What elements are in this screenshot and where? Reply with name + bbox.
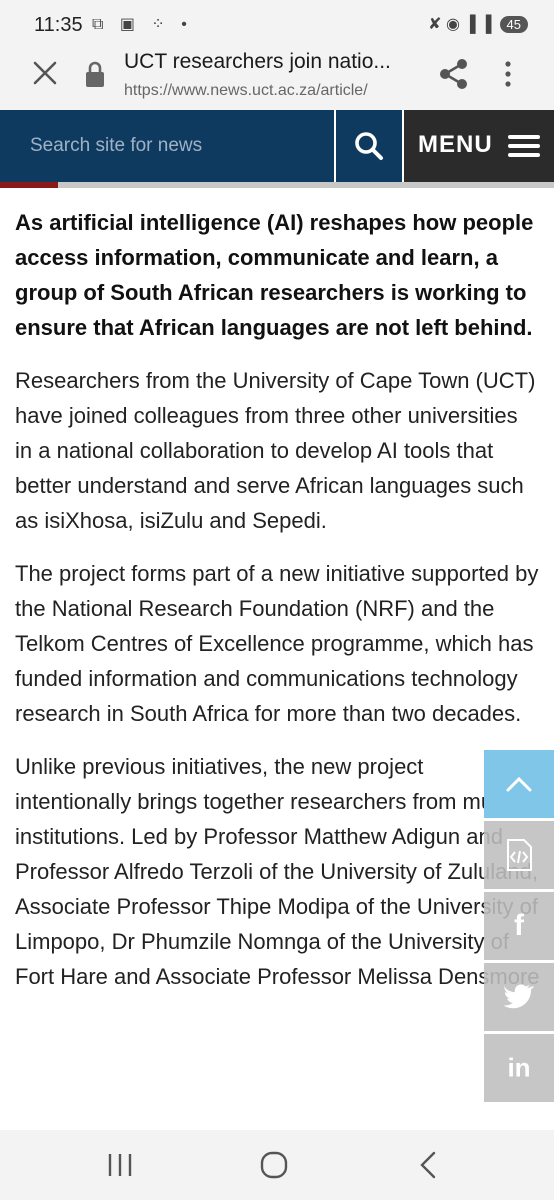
menu-label: MENU: [418, 131, 493, 158]
more-vert-icon[interactable]: [496, 56, 520, 92]
twitter-share-button[interactable]: [484, 963, 554, 1031]
search-button[interactable]: [336, 110, 402, 182]
facebook-icon: f: [514, 909, 524, 942]
header-accent: [0, 182, 58, 188]
back-icon[interactable]: [410, 1148, 450, 1182]
article-lead: As artificial intelligence (AI) reshapes…: [15, 210, 534, 340]
scroll-to-top-button[interactable]: [484, 750, 554, 818]
status-notification-icons: ⧉ ▣ ⁘ •: [92, 16, 193, 33]
browser-toolbar: UCT researchers join natio... https://ww…: [0, 36, 554, 110]
close-tab-button[interactable]: [28, 56, 62, 90]
article-paragraph: Researchers from the University of Cape …: [15, 368, 536, 533]
share-icon[interactable]: [436, 56, 472, 92]
page-title: UCT researchers join natio...: [124, 50, 391, 73]
site-header: MENU: [0, 110, 554, 182]
article-paragraph: Unlike previous initiatives, the new pro…: [15, 754, 540, 989]
linkedin-icon: in: [507, 1052, 531, 1083]
article-paragraph: The project forms part of a new initiati…: [15, 561, 539, 726]
page-url: https://www.news.uct.ac.za/article/: [124, 82, 368, 99]
article-body: As artificial intelligence (AI) reshapes…: [15, 205, 540, 1012]
chevron-up-icon: [506, 776, 532, 792]
code-file-icon: [507, 839, 532, 871]
close-icon: [33, 61, 57, 85]
lock-icon[interactable]: [84, 60, 106, 88]
header-underline: [0, 182, 554, 188]
home-icon[interactable]: [254, 1148, 294, 1182]
embed-code-button[interactable]: [484, 821, 554, 889]
search-area: [0, 110, 334, 182]
search-icon: [355, 132, 383, 160]
status-system-icons: ✘ ◉ ▐ ▐ 45: [428, 14, 528, 34]
status-time: 11:35: [34, 14, 83, 36]
system-nav-bar: [0, 1130, 554, 1200]
recent-apps-icon[interactable]: [100, 1148, 140, 1182]
social-share-bar: f in: [484, 750, 554, 1105]
system-icons: ✘ ◉ ▐ ▐: [428, 16, 492, 33]
menu-button[interactable]: MENU: [404, 110, 554, 182]
linkedin-share-button[interactable]: in: [484, 1034, 554, 1102]
twitter-icon: [504, 984, 534, 1009]
battery-indicator: 45: [499, 15, 528, 33]
hamburger-icon: [508, 135, 540, 157]
facebook-share-button[interactable]: f: [484, 892, 554, 960]
search-input[interactable]: [0, 110, 334, 182]
